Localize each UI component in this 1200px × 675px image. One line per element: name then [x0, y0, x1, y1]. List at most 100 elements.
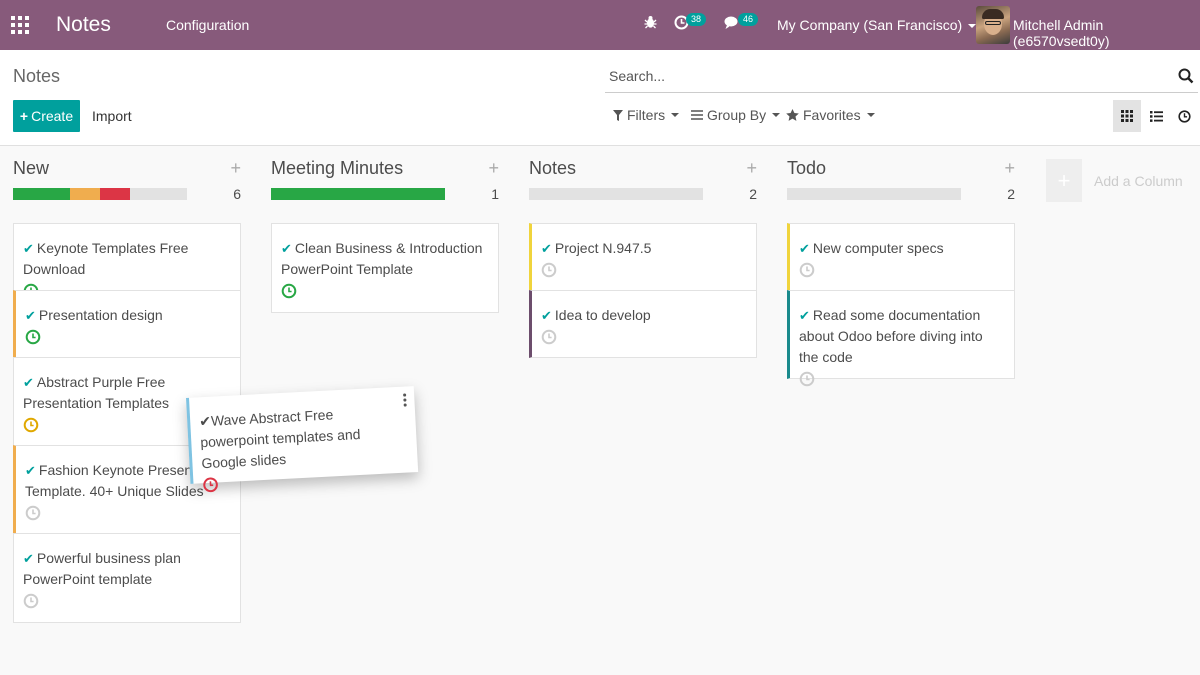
- user-menu[interactable]: Mitchell Admin (e6570vsedt0y): [1013, 17, 1200, 49]
- top-navbar: Notes Configuration 38 46 My Company (Sa…: [0, 0, 1200, 50]
- kanban-card[interactable]: ✔ Powerful business plan PowerPoint templ…: [13, 533, 241, 623]
- user-avatar[interactable]: [976, 6, 1010, 44]
- card-title: Presentation design: [38, 307, 163, 323]
- dragged-card[interactable]: ✔Wave Abstract Free powerpoint templates…: [186, 386, 419, 493]
- activity-clock-icon[interactable]: [799, 371, 815, 387]
- column-title[interactable]: Meeting Minutes: [271, 158, 403, 179]
- column-count: 2: [749, 186, 757, 202]
- check-icon: ✔: [23, 375, 34, 390]
- column-title[interactable]: Notes: [529, 158, 576, 179]
- check-icon: ✔: [799, 308, 810, 323]
- list-lines-icon: [691, 110, 703, 120]
- plus-icon: +: [1057, 167, 1071, 193]
- create-button[interactable]: + Create: [13, 100, 80, 132]
- add-column-label[interactable]: Add a Column: [1094, 173, 1183, 189]
- card-title: Abstract Purple Free Presentation Templa…: [23, 374, 170, 411]
- check-icon: ✔: [198, 412, 212, 430]
- list-view-button[interactable]: [1142, 100, 1170, 132]
- card-title: Read some documentation about Odoo befor…: [799, 307, 983, 365]
- activity-clock-icon[interactable]: [799, 262, 815, 278]
- kanban-card[interactable]: ✔ Keynote Templates Free Download: [13, 223, 241, 299]
- check-icon: ✔: [25, 308, 36, 323]
- star-icon: [786, 109, 799, 121]
- card-title: Keynote Templates Free Download: [23, 240, 189, 277]
- activity-clock-icon[interactable]: [281, 283, 297, 299]
- import-button[interactable]: Import: [92, 108, 132, 124]
- card-title: New computer specs: [812, 240, 944, 256]
- activity-clock-icon[interactable]: [541, 329, 557, 345]
- caret-down-icon: [968, 24, 977, 29]
- card-title: Project N.947.5: [554, 240, 652, 256]
- control-panel: Notes +Create Import Filters Group By Fa…: [0, 50, 1200, 146]
- grid-icon: [1121, 110, 1133, 122]
- card-title: Powerful business plan PowerPoint templa…: [23, 550, 181, 587]
- activity-view-button[interactable]: [1170, 100, 1198, 132]
- card-menu-icon[interactable]: [403, 393, 407, 408]
- column-progress-bar[interactable]: [787, 188, 961, 200]
- groupby-label: Group By: [707, 107, 767, 123]
- favorites-dropdown[interactable]: Favorites: [786, 107, 875, 123]
- quick-create-plus-icon[interactable]: +: [746, 159, 757, 177]
- company-name: My Company (San Francisco): [777, 17, 963, 33]
- quick-create-plus-icon[interactable]: +: [1004, 159, 1015, 177]
- progress-segment[interactable]: [13, 188, 71, 200]
- filters-dropdown[interactable]: Filters: [613, 107, 680, 123]
- column-title[interactable]: Todo: [787, 158, 826, 179]
- card-title: Clean Business & Introduction PowerPoint…: [281, 240, 483, 277]
- app-name[interactable]: Notes: [56, 13, 111, 37]
- kanban-card[interactable]: ✔ Project N.947.5: [529, 223, 757, 291]
- add-column-button[interactable]: +: [1046, 159, 1082, 202]
- activity-clock-icon[interactable]: [23, 417, 39, 433]
- activity-clock-icon[interactable]: [23, 593, 39, 609]
- card-title: Wave Abstract Free powerpoint templates …: [199, 406, 361, 472]
- kanban-card[interactable]: ✔ Read some documentation about Odoo befo…: [787, 290, 1015, 387]
- progress-segment[interactable]: [271, 188, 445, 200]
- search-input[interactable]: [609, 68, 1159, 84]
- clock-icon: [1177, 109, 1191, 123]
- create-label: Create: [31, 108, 74, 124]
- caret-down-icon: [772, 113, 781, 117]
- quick-create-plus-icon[interactable]: +: [488, 159, 499, 177]
- list-icon: [1149, 110, 1163, 122]
- kanban-card[interactable]: ✔ Clean Business & Introduction PowerPoin…: [271, 223, 499, 313]
- activity-count-badge: 38: [686, 13, 707, 26]
- check-icon: ✔: [23, 551, 34, 566]
- column-count: 6: [233, 186, 241, 202]
- column-progress-bar[interactable]: [13, 188, 187, 200]
- check-icon: ✔: [25, 463, 36, 478]
- kanban-card[interactable]: ✔ Idea to develop: [529, 290, 757, 358]
- caret-down-icon: [866, 113, 875, 117]
- filter-icon: [613, 109, 623, 121]
- favorites-label: Favorites: [803, 107, 861, 123]
- card-title: Idea to develop: [554, 307, 651, 323]
- column-count: 2: [1007, 186, 1015, 202]
- quick-create-plus-icon[interactable]: +: [230, 159, 241, 177]
- kanban-view-button[interactable]: [1113, 100, 1141, 132]
- activity-clock-icon[interactable]: [541, 262, 557, 278]
- column-progress-bar[interactable]: [271, 188, 445, 200]
- caret-down-icon: [671, 113, 680, 117]
- check-icon: ✔: [799, 241, 810, 256]
- progress-segment[interactable]: [70, 188, 100, 200]
- kanban-card[interactable]: ✔ Presentation design: [13, 290, 241, 358]
- company-switcher[interactable]: My Company (San Francisco): [777, 17, 977, 33]
- plus-icon: +: [19, 108, 29, 124]
- check-icon: ✔: [541, 308, 552, 323]
- apps-menu-icon[interactable]: [11, 16, 29, 34]
- check-icon: ✔: [281, 241, 292, 256]
- menu-configuration[interactable]: Configuration: [166, 17, 249, 33]
- search-icon[interactable]: [1178, 68, 1194, 89]
- column-title[interactable]: New: [13, 158, 49, 179]
- kanban-card[interactable]: ✔ New computer specs: [787, 223, 1015, 291]
- column-progress-bar[interactable]: [529, 188, 703, 200]
- check-icon: ✔: [541, 241, 552, 256]
- activity-clock-icon[interactable]: [25, 505, 41, 521]
- progress-segment[interactable]: [99, 188, 130, 200]
- check-icon: ✔: [23, 241, 34, 256]
- column-count: 1: [491, 186, 499, 202]
- activity-clock-icon[interactable]: [25, 329, 41, 345]
- groupby-dropdown[interactable]: Group By: [691, 107, 781, 123]
- messages-count-badge: 46: [738, 13, 759, 26]
- bug-icon[interactable]: [644, 15, 657, 33]
- activity-danger-icon[interactable]: [202, 476, 219, 493]
